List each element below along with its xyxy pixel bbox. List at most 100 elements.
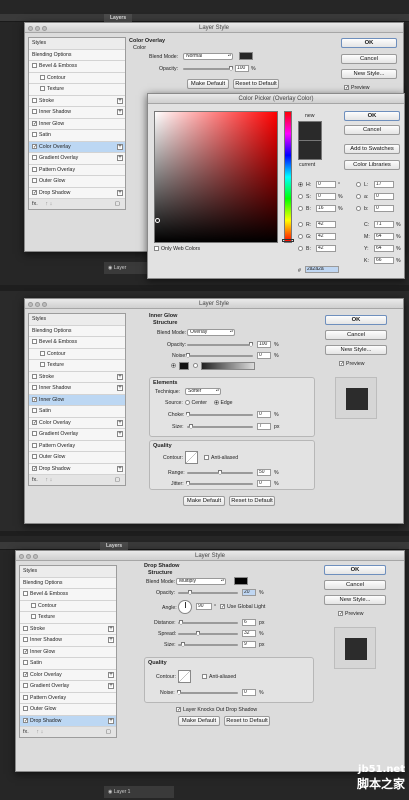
style-item-color-overlay[interactable]: ✓ Color Overlay + — [29, 141, 125, 153]
trash-icon[interactable]: ▢ — [115, 199, 120, 209]
style-checkbox[interactable]: ✓ — [32, 419, 37, 425]
preview-checkbox[interactable]: ✓ Preview — [344, 85, 369, 91]
size-input[interactable]: 9 — [242, 641, 256, 648]
technique-select[interactable]: Softer — [185, 388, 221, 395]
style-checkbox[interactable] — [40, 362, 45, 368]
range-slider[interactable] — [187, 470, 253, 475]
style-checkbox[interactable] — [40, 350, 45, 356]
make-default-button[interactable]: Make Default — [187, 79, 229, 89]
jitter-input[interactable]: 0 — [257, 480, 271, 487]
reset-to-default-button[interactable]: Reset to Default — [229, 496, 275, 506]
glow-gradient-picker[interactable] — [201, 362, 255, 370]
style-checkbox[interactable] — [32, 385, 37, 391]
add-effect-icon[interactable]: + — [108, 637, 114, 643]
style-item-gradient-overlay[interactable]: Gradient Overlay + — [20, 681, 116, 693]
window-controls[interactable] — [19, 553, 40, 563]
opacity-slider-handle[interactable] — [188, 590, 192, 595]
style-item-bevel-emboss[interactable]: Bevel & Emboss — [29, 337, 125, 349]
field-1-input[interactable]: 0 — [316, 193, 336, 200]
field-2-radio[interactable] — [298, 206, 303, 212]
knocks-out-checkbox[interactable]: ✓ Layer Knocks Out Drop Shadow — [176, 707, 257, 713]
hex-input[interactable]: 2a2a2a — [305, 266, 339, 273]
style-item-inner-glow[interactable]: ✓ Inner Glow — [29, 119, 125, 130]
style-checkbox[interactable] — [40, 74, 45, 80]
style-item-inner-shadow[interactable]: Inner Shadow + — [20, 635, 116, 647]
field-1-radio[interactable] — [298, 194, 303, 200]
style-item-satin[interactable]: Satin — [29, 406, 125, 418]
reset-to-default-button[interactable]: Reset to Default — [233, 79, 279, 89]
style-item-texture[interactable]: Texture — [20, 612, 116, 624]
style-checkbox[interactable] — [32, 373, 37, 379]
contour-picker[interactable] — [178, 670, 191, 683]
add-effect-icon[interactable]: + — [108, 683, 114, 689]
style-item-stroke[interactable]: Stroke + — [29, 372, 125, 383]
add-effect-icon[interactable]: + — [117, 143, 123, 150]
opacity-slider-handle[interactable] — [229, 66, 233, 71]
add-effect-icon[interactable]: + — [117, 465, 123, 472]
style-checkbox[interactable] — [32, 109, 37, 115]
noise-slider[interactable] — [186, 353, 253, 358]
style-item-satin[interactable]: Satin — [20, 658, 116, 670]
cmyk-1-input[interactable]: 64 — [374, 233, 394, 240]
style-checkbox[interactable] — [23, 637, 28, 643]
anti-aliased-checkbox[interactable]: Anti-aliased — [204, 455, 238, 461]
add-effect-icon[interactable]: + — [117, 373, 123, 380]
style-checkbox[interactable] — [32, 178, 37, 184]
color-field[interactable] — [154, 111, 278, 243]
spread-slider[interactable] — [178, 631, 238, 636]
field-0-input[interactable]: 0 — [316, 181, 336, 188]
add-effect-icon[interactable]: + — [117, 419, 123, 426]
style-item-inner-shadow[interactable]: Inner Shadow + — [29, 383, 125, 395]
style-checkbox[interactable]: ✓ — [23, 671, 28, 677]
style-item-outer-glow[interactable]: Outer Glow — [29, 176, 125, 188]
style-item-pattern-overlay[interactable]: Pattern Overlay — [29, 441, 125, 452]
style-item-pattern-overlay[interactable]: Pattern Overlay — [29, 165, 125, 176]
glow-color-swatch[interactable] — [179, 362, 189, 370]
jitter-slider[interactable] — [186, 481, 253, 486]
spread-slider-handle[interactable] — [196, 631, 200, 636]
style-checkbox[interactable] — [31, 602, 36, 608]
field-5-radio[interactable] — [298, 246, 303, 252]
style-checkbox[interactable]: ✓ — [23, 717, 28, 723]
style-checkbox[interactable] — [32, 63, 37, 69]
color-field-marker[interactable] — [155, 218, 160, 223]
glow-gradient-radio[interactable] — [193, 363, 198, 369]
trash-icon[interactable]: ▢ — [106, 727, 111, 737]
layer-eye-icon[interactable]: ◉ — [108, 265, 112, 271]
style-checkbox[interactable]: ✓ — [23, 648, 28, 654]
lab-0-input[interactable]: 17 — [374, 181, 394, 188]
style-item-inner-glow[interactable]: ✓ Inner Glow — [29, 394, 125, 406]
style-item-bevel-emboss[interactable]: Bevel & Emboss — [29, 61, 125, 73]
size-slider-handle[interactable] — [181, 642, 185, 647]
new-style-button[interactable]: New Style... — [341, 69, 397, 79]
style-checkbox[interactable] — [40, 86, 45, 92]
style-item-texture[interactable]: Texture — [29, 360, 125, 372]
style-item-color-overlay[interactable]: ✓ Color Overlay + — [29, 418, 125, 429]
opacity-input[interactable]: 100 — [235, 65, 249, 72]
style-checkbox[interactable] — [32, 155, 37, 161]
opacity-slider-handle[interactable] — [249, 342, 253, 347]
color-picker-cancel-button[interactable]: Cancel — [344, 125, 400, 135]
lab-1-radio[interactable] — [356, 194, 361, 200]
lab-1-input[interactable]: 0 — [374, 193, 394, 200]
style-item-contour[interactable]: Contour — [29, 349, 125, 360]
range-input[interactable]: 50 — [257, 469, 271, 476]
preview-checkbox[interactable]: ✓ Preview — [338, 611, 363, 617]
shadow-color-swatch[interactable] — [234, 577, 248, 585]
style-checkbox[interactable] — [23, 694, 28, 700]
fx-menu-icon[interactable]: fx. — [32, 201, 38, 207]
lab-0-radio[interactable] — [356, 182, 361, 188]
preview-checkbox[interactable]: ✓ Preview — [339, 361, 364, 367]
source-center-radio[interactable]: Center — [185, 400, 207, 406]
distance-slider-handle[interactable] — [179, 620, 183, 625]
add-effect-icon[interactable]: + — [117, 109, 123, 115]
add-effect-icon[interactable]: + — [117, 97, 123, 104]
style-checkbox[interactable] — [32, 431, 37, 437]
field-4-radio[interactable] — [298, 234, 303, 240]
new-style-button[interactable]: New Style... — [325, 345, 387, 355]
style-item-inner-glow[interactable]: ✓ Inner Glow — [20, 647, 116, 658]
opacity-input[interactable]: 20 — [242, 589, 256, 596]
style-item-styles[interactable]: Styles — [20, 566, 116, 578]
distance-slider[interactable] — [178, 620, 238, 625]
field-3-radio[interactable] — [298, 222, 303, 228]
